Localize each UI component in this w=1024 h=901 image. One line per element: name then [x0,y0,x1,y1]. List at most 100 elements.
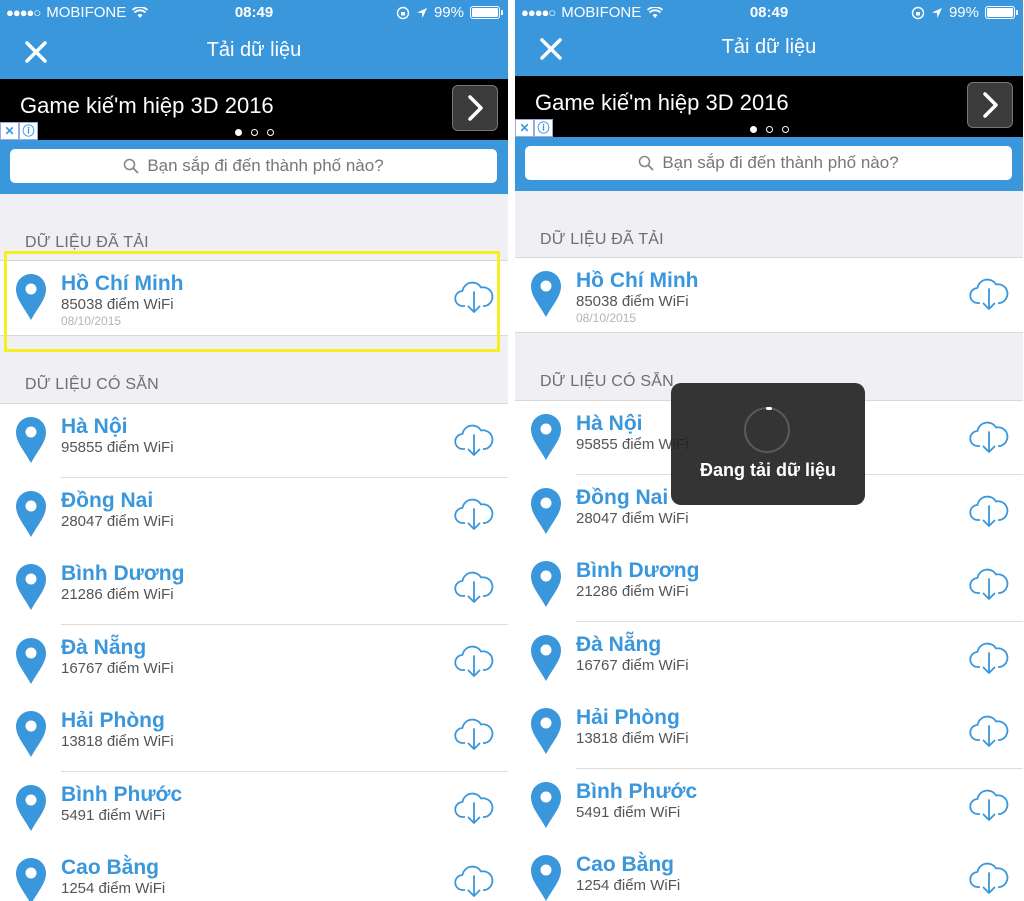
wifi-count: 16767 điểm WiFi [576,656,689,674]
cloud-download-icon[interactable] [969,565,1009,601]
cloud-download-icon[interactable] [969,786,1009,822]
map-pin-icon [16,637,46,684]
city-name: Bình Phước [61,782,183,806]
map-pin-icon [531,271,561,317]
city-name: Đồng Nai [576,485,669,509]
wifi-count: 16767 điểm WiFi [61,659,174,677]
map-pin-icon [16,784,46,831]
ad-banner[interactable]: Game kiế'm hiệp 3D 2016 [0,79,508,140]
list-item[interactable]: Hồ Chí Minh 85038 điểm WiFi 08/10/2015 [515,258,1023,332]
info-icon[interactable]: ⓘ [19,122,38,140]
list-item[interactable]: Bình Phước 5491 điểm WiFi [0,771,508,846]
wifi-count: 21286 điểm WiFi [61,586,174,603]
city-name: Bình Dương [576,559,700,582]
lock-rotation-icon [396,6,410,19]
battery-percent: 99% [948,4,979,21]
section-available-title: DỮ LIỆU CÓ SẴN [540,373,674,390]
search-input[interactable]: Bạn sắp đi đến thành phố nào? [525,146,1012,180]
list-item[interactable]: Hà Nội 95855 điểm WiFi [0,404,508,478]
cloud-download-icon[interactable] [969,275,1009,311]
cloud-download-icon[interactable] [969,418,1009,454]
spinner-icon [744,407,790,453]
map-pin-icon [531,414,561,460]
list-item[interactable]: Đồng Nai 28047 điểm WiFi [0,477,508,552]
list-item[interactable]: Cao Bằng 1254 điểm WiFi [0,845,508,901]
cloud-download-icon[interactable] [454,789,494,825]
cloud-download-icon[interactable] [969,492,1009,528]
city-name: Bình Dương [61,562,185,585]
location-arrow-icon [931,7,942,18]
map-pin-icon [531,781,561,828]
city-name: Đồng Nai [61,488,154,512]
loading-text: Đang tải dữ liệu [699,460,837,480]
ad-banner[interactable]: Game kiế'm hiệp 3D 2016 [515,76,1023,137]
city-name: Hà Nội [576,412,643,435]
list-item[interactable]: Đà Nẵng 16767 điểm WiFi [515,621,1023,696]
status-bar: ●●●●○ MOBIFONE 08:49 99% [0,0,508,26]
info-icon[interactable]: ⓘ [534,119,553,137]
city-name: Hồ Chí Minh [576,269,699,292]
wifi-count: 5491 điểm WiFi [576,803,681,821]
cloud-download-icon[interactable] [969,859,1009,895]
list-item[interactable]: Hải Phòng 13818 điểm WiFi [515,695,1023,769]
city-name: Cao Bằng [576,853,675,876]
battery-icon [985,6,1018,19]
search-placeholder: Bạn sắp đi đến thành phố nào? [662,153,899,172]
ad-choices[interactable]: ✕ ⓘ [0,122,38,140]
screenshot-left: ●●●●○ MOBIFONE 08:49 99% Tải dữ liệu Gam… [0,0,508,901]
ad-pager [0,129,508,136]
ad-choices[interactable]: ✕ ⓘ [515,119,553,137]
battery-percent: 99% [433,4,464,21]
ad-text[interactable]: Game kiế'm hiệp 3D 2016 [20,93,274,119]
list-item[interactable]: Đà Nẵng 16767 điểm WiFi [0,624,508,699]
cloud-download-icon[interactable] [454,862,494,898]
map-pin-icon [531,561,561,607]
cloud-download-icon[interactable] [969,639,1009,675]
cloud-download-icon[interactable] [454,568,494,604]
available-list: Hà Nội 95855 điểm WiFi Đồng Nai 28047 điểm … [0,403,508,901]
cloud-download-icon[interactable] [969,712,1009,748]
ad-pager [515,126,1023,133]
cloud-download-icon[interactable] [454,715,494,751]
ad-text[interactable]: Game kiế'm hiệp 3D 2016 [535,90,789,116]
download-date: 08/10/2015 [576,311,637,325]
search-icon [639,155,654,171]
downloaded-list: Hồ Chí Minh 85038 điểm WiFi 08/10/2015 [515,257,1023,333]
wifi-count: 28047 điểm WiFi [576,509,689,527]
section-available-title: DỮ LIỆU CÓ SẴN [25,376,159,393]
list-item[interactable]: Cao Bằng 1254 điểm WiFi [515,842,1023,901]
map-pin-icon [16,711,46,757]
wifi-count: 21286 điểm WiFi [576,583,689,600]
wifi-count: 13818 điểm WiFi [61,733,174,750]
wifi-count: 13818 điểm WiFi [576,730,689,747]
ad-close-icon[interactable]: ✕ [0,122,19,140]
wifi-count: 95855 điểm WiFi [61,439,174,456]
loading-hud: Đang tải dữ liệu [671,383,865,505]
section-downloaded-title: DỮ LIỆU ĐÃ TẢI [540,231,664,248]
ad-close-icon[interactable]: ✕ [515,119,534,137]
location-arrow-icon [416,7,427,18]
map-pin-icon [16,417,46,463]
map-pin-icon [531,487,561,534]
list-item[interactable]: Hải Phòng 13818 điểm WiFi [0,698,508,772]
cloud-download-icon[interactable] [454,421,494,457]
list-item[interactable]: Bình Dương 21286 điểm WiFi [515,548,1023,622]
map-pin-icon [16,858,46,901]
ad-open-button[interactable] [452,85,498,131]
wifi-count: 5491 điểm WiFi [61,806,166,824]
map-pin-icon [16,564,46,610]
search-input[interactable]: Bạn sắp đi đến thành phố nào? [10,149,497,183]
list-item[interactable]: Bình Phước 5491 điểm WiFi [515,768,1023,843]
cloud-download-icon[interactable] [454,642,494,678]
ad-open-button[interactable] [967,82,1013,128]
cloud-download-icon[interactable] [454,495,494,531]
chevron-right-icon [983,92,998,118]
wifi-count: 1254 điểm WiFi [61,880,166,897]
city-name: Đà Nẵng [576,632,662,656]
list-item[interactable]: Bình Dương 21286 điểm WiFi [0,551,508,625]
search-icon [124,158,139,174]
city-name: Hà Nội [61,415,128,438]
map-pin-icon [531,708,561,754]
page-title: Tải dữ liệu [721,36,817,58]
map-pin-icon [16,490,46,537]
